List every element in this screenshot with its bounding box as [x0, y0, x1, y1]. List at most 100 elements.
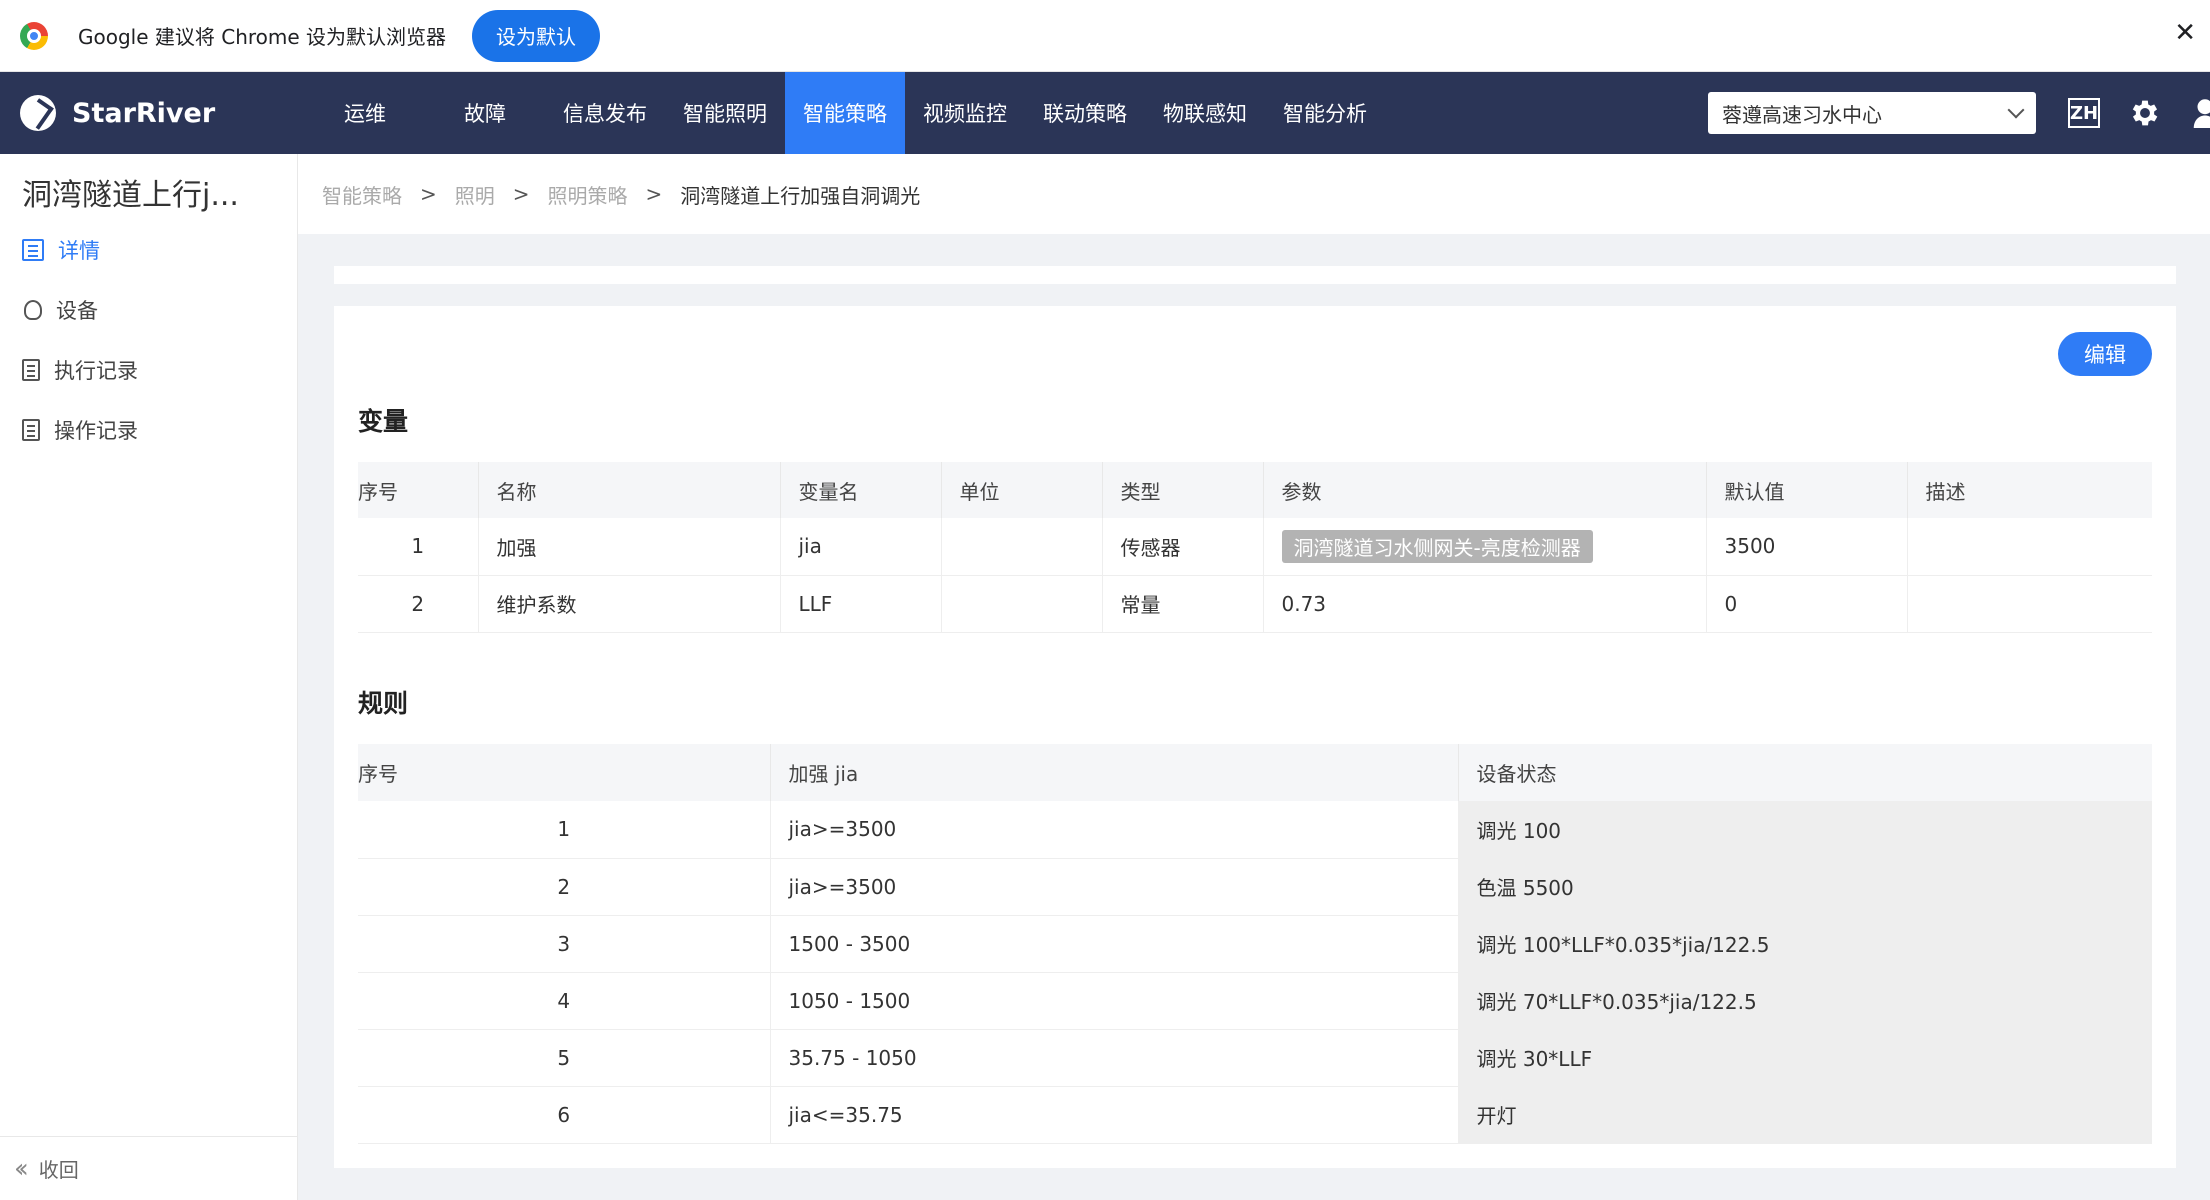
- cell-device-state: 调光 100*LLF*0.035*jia/122.5: [1458, 915, 2152, 973]
- col-header: 描述: [1907, 462, 2152, 518]
- sidebar-item-op-records[interactable]: 操作记录: [22, 410, 138, 450]
- breadcrumb: 智能策略 > 照明 > 照明策略 > 洞湾隧道上行加强自洞调光: [298, 154, 2210, 234]
- cell-no: 6: [358, 1086, 771, 1144]
- table-row: 1 jia>=3500 调光 100: [358, 801, 2152, 859]
- org-select[interactable]: 蓉遵高速习水中心: [1708, 92, 2036, 134]
- breadcrumb-separator: >: [645, 182, 663, 206]
- table-row: 5 35.75 - 1050 调光 30*LLF: [358, 1029, 2152, 1087]
- cell-condition: 35.75 - 1050: [770, 1029, 1459, 1087]
- table-row: 4 1050 - 1500 调光 70*LLF*0.035*jia/122.5: [358, 972, 2152, 1030]
- cell-desc: [1907, 575, 2152, 633]
- close-icon[interactable]: ✕: [2174, 18, 2196, 48]
- double-chevron-left-icon: ‹‹: [14, 1153, 29, 1184]
- breadcrumb-strategy[interactable]: 智能策略: [322, 180, 402, 209]
- breadcrumb-lighting-strategy[interactable]: 照明策略: [548, 180, 628, 209]
- sidebar-item-exec-records[interactable]: 执行记录: [22, 350, 138, 390]
- cell-default: 3500: [1706, 518, 1908, 576]
- language-button[interactable]: ZH: [2068, 98, 2100, 128]
- breadcrumb-separator: >: [512, 182, 530, 206]
- table-header-row: 序号 加强 jia 设备状态: [358, 744, 2152, 801]
- nav-item-linkage[interactable]: 联动策略: [1025, 72, 1145, 154]
- user-icon[interactable]: [2192, 98, 2210, 128]
- cell-var: LLF: [780, 575, 942, 633]
- sidebar: 洞湾隧道上行j... 详情 设备 执行记录 操作记录 ‹‹ 收回: [0, 154, 298, 1200]
- variables-table: 序号 名称 变量名 单位 类型 参数 默认值 描述 1 加强 jia 传感器 洞…: [358, 462, 2152, 633]
- nav-item-video[interactable]: 视频监控: [905, 72, 1025, 154]
- cell-param: 洞湾隧道习水侧网关-亮度检测器: [1263, 518, 1707, 576]
- top-navigation: StarRiver 运维 故障 信息发布 智能照明 智能策略 视频监控 联动策略…: [0, 72, 2210, 154]
- sidebar-item-devices[interactable]: 设备: [22, 290, 98, 330]
- starriver-logo-icon: [20, 95, 56, 131]
- sensor-tag: 洞湾隧道习水侧网关-亮度检测器: [1281, 529, 1593, 563]
- nav-item-analytics[interactable]: 智能分析: [1265, 72, 1385, 154]
- cell-condition: jia<=35.75: [770, 1086, 1459, 1144]
- sidebar-item-label: 详情: [58, 239, 100, 263]
- cell-device-state: 色温 5500: [1458, 858, 2152, 916]
- cell-unit: [941, 518, 1103, 576]
- cell-param: 0.73: [1263, 575, 1707, 633]
- brand-name: StarRiver: [72, 97, 216, 129]
- sidebar-item-label: 设备: [56, 299, 98, 323]
- cell-type: 传感器: [1102, 518, 1264, 576]
- table-row: 2 维护系数 LLF 常量 0.73 0: [358, 575, 2152, 633]
- table-header-row: 序号 名称 变量名 单位 类型 参数 默认值 描述: [358, 462, 2152, 518]
- cell-default: 0: [1706, 575, 1908, 633]
- cell-name: 加强: [478, 518, 781, 576]
- record-icon: [22, 359, 40, 381]
- col-header: 单位: [941, 462, 1103, 518]
- default-browser-infobar: Google 建议将 Chrome 设为默认浏览器 设为默认 ✕: [0, 0, 2210, 72]
- cell-device-state: 调光 100: [1458, 801, 2152, 859]
- nav-item-smart-lighting[interactable]: 智能照明: [665, 72, 785, 154]
- cell-condition: 1500 - 3500: [770, 915, 1459, 973]
- top-panel: [334, 266, 2176, 284]
- table-row: 1 加强 jia 传感器 洞湾隧道习水侧网关-亮度检测器 3500: [358, 518, 2152, 576]
- cell-device-state: 开灯: [1458, 1086, 2152, 1144]
- breadcrumb-lighting[interactable]: 照明: [455, 180, 495, 209]
- detail-card: 编辑 变量 序号 名称 变量名 单位 类型 参数 默认值 描述 1 加强 jia: [334, 306, 2176, 1168]
- col-header: 设备状态: [1458, 744, 2152, 801]
- sidebar-item-label: 执行记录: [54, 359, 138, 383]
- cell-no: 2: [358, 858, 771, 916]
- cell-no: 4: [358, 972, 771, 1030]
- variables-title: 变量: [358, 407, 409, 436]
- chevron-down-icon: [2007, 101, 2025, 119]
- col-header: 默认值: [1706, 462, 1908, 518]
- cell-no: 3: [358, 915, 771, 973]
- gear-icon[interactable]: [2128, 96, 2162, 130]
- chrome-logo-icon: [20, 21, 48, 50]
- cell-condition: 1050 - 1500: [770, 972, 1459, 1030]
- rules-table: 序号 加强 jia 设备状态 1 jia>=3500 调光 100 2 jia>…: [358, 744, 2152, 1144]
- strategy-title: 洞湾隧道上行j...: [22, 178, 239, 213]
- table-row: 2 jia>=3500 色温 5500: [358, 858, 2152, 916]
- nav-item-faults[interactable]: 故障: [425, 72, 545, 154]
- nav-item-ops[interactable]: 运维: [305, 72, 425, 154]
- col-header: 类型: [1102, 462, 1264, 518]
- nav-item-iot[interactable]: 物联感知: [1145, 72, 1265, 154]
- col-header: 名称: [478, 462, 781, 518]
- breadcrumb-current: 洞湾隧道上行加强自洞调光: [680, 183, 921, 208]
- cell-no: 2: [358, 575, 479, 633]
- col-header: 变量名: [780, 462, 942, 518]
- cell-no: 5: [358, 1029, 771, 1087]
- col-header: 序号: [358, 462, 479, 518]
- list-icon: [22, 239, 44, 261]
- edit-button[interactable]: 编辑: [2058, 332, 2152, 376]
- sidebar-item-label: 操作记录: [54, 419, 138, 443]
- log-icon: [22, 419, 40, 441]
- cell-type: 常量: [1102, 575, 1264, 633]
- bulb-icon: [24, 300, 42, 320]
- collapse-button[interactable]: ‹‹ 收回: [0, 1136, 298, 1200]
- cell-device-state: 调光 30*LLF: [1458, 1029, 2152, 1087]
- nav-item-info-publish[interactable]: 信息发布: [545, 72, 665, 154]
- rules-title: 规则: [358, 689, 409, 718]
- cell-desc: [1907, 518, 2152, 576]
- nav-item-smart-strategy[interactable]: 智能策略: [785, 72, 905, 154]
- infobar-message: Google 建议将 Chrome 设为默认浏览器: [78, 25, 447, 49]
- cell-no: 1: [358, 801, 771, 859]
- cell-condition: jia>=3500: [770, 858, 1459, 916]
- table-row: 6 jia<=35.75 开灯: [358, 1086, 2152, 1144]
- sidebar-item-details[interactable]: 详情: [22, 230, 100, 270]
- brand[interactable]: StarRiver: [20, 95, 305, 131]
- set-default-button[interactable]: 设为默认: [472, 9, 601, 62]
- breadcrumb-separator: >: [420, 182, 437, 206]
